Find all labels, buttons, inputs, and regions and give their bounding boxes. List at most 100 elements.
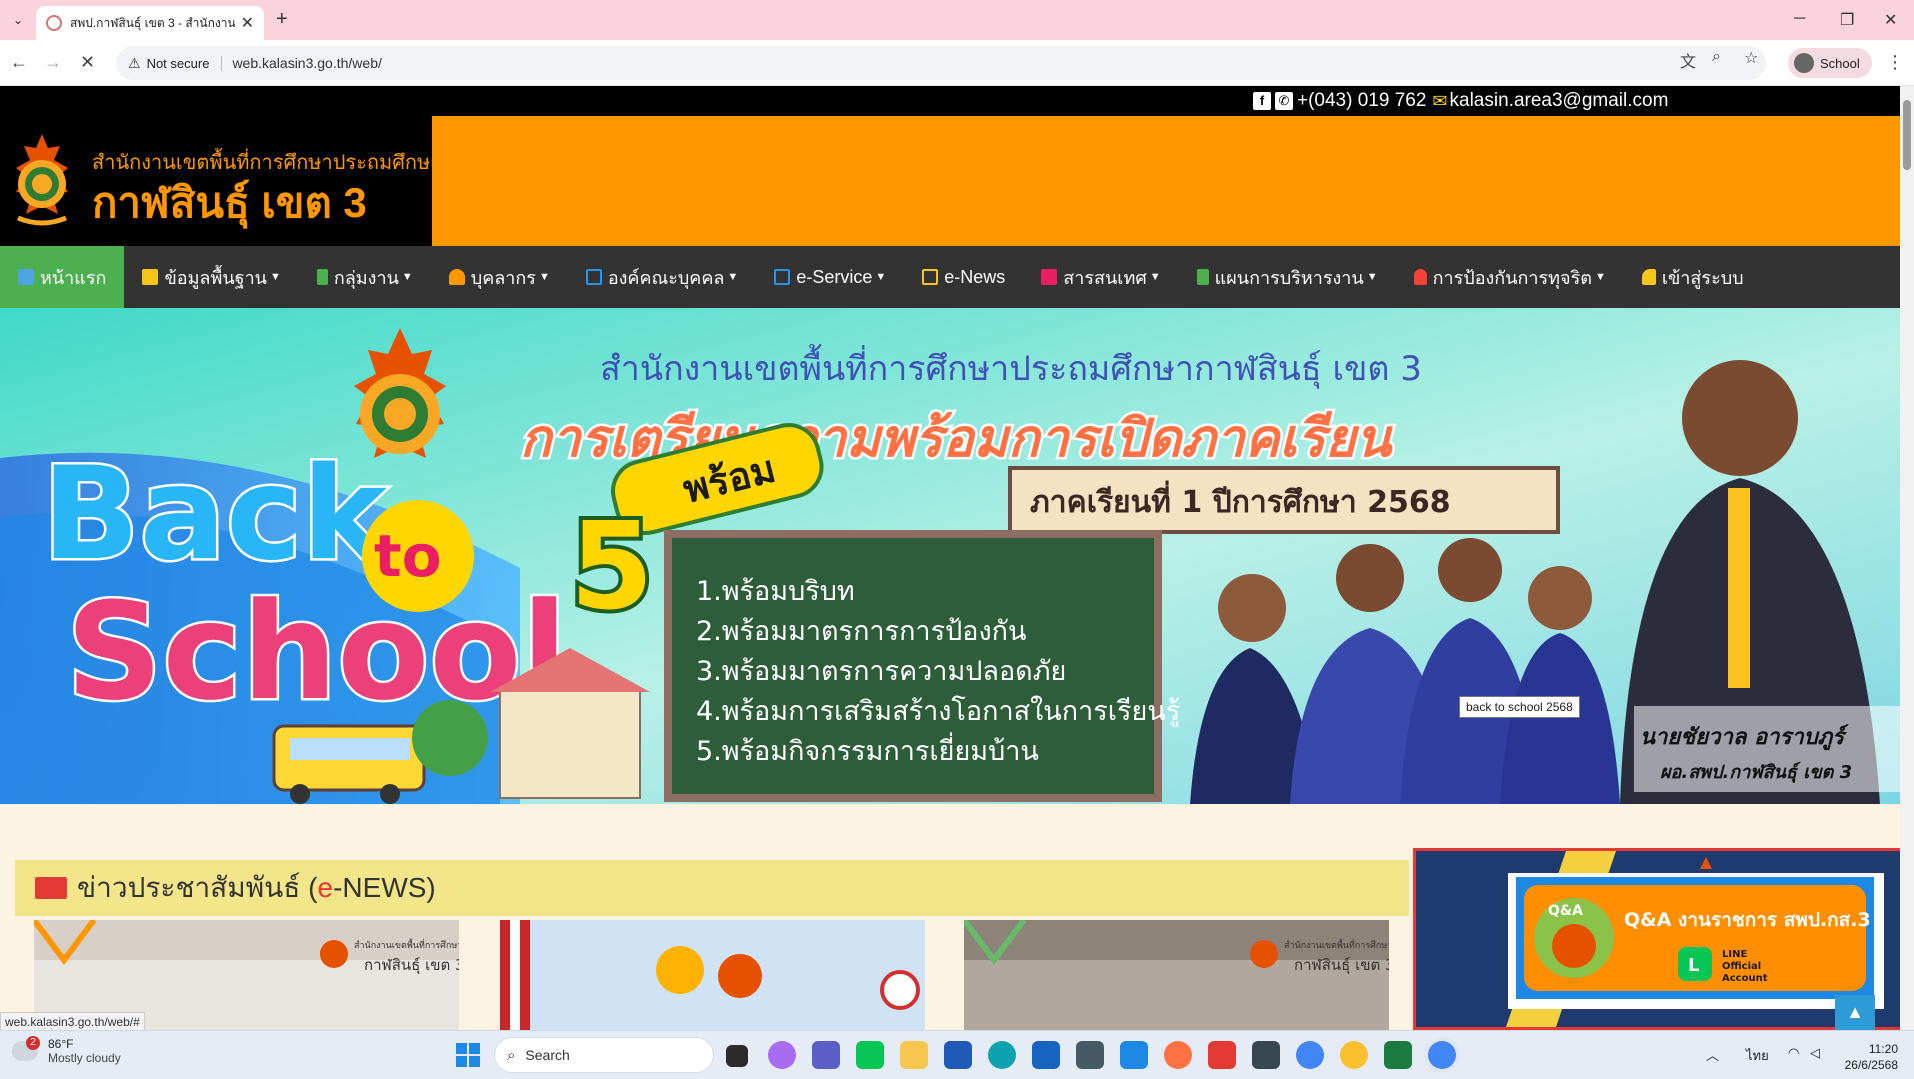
bookmark-star-icon[interactable]: ☆ <box>1744 48 1758 68</box>
nav-label: องค์คณะบุคคล <box>607 267 725 288</box>
minimize-icon[interactable]: ─ <box>1794 10 1805 28</box>
profile-button[interactable]: School <box>1788 48 1872 78</box>
line-logo-icon: L <box>1688 955 1699 976</box>
not-secure-label[interactable]: Not secure <box>147 55 223 71</box>
nav-label: บุคลากร <box>470 267 536 288</box>
nav-anti-corruption[interactable]: การป้องกันการทุจริต ▼ <box>1396 246 1624 308</box>
chrome-active-icon[interactable] <box>1428 1041 1456 1069</box>
forward-icon[interactable]: → <box>44 52 62 73</box>
hero-list-item-3: 3.พร้อมมาตรการความปลอดภัย <box>696 656 1066 687</box>
line-app-icon[interactable] <box>856 1041 884 1069</box>
hero-banner-art: Back to School สำนักงานเขตพื้นที่การศึกษ… <box>0 308 1900 804</box>
word-icon[interactable] <box>944 1041 972 1069</box>
excel-icon[interactable] <box>1384 1041 1412 1069</box>
address-bar[interactable]: ⚠ Not secure web.kalasin3.go.th/web/ <box>116 46 1766 80</box>
site-favicon-icon <box>46 15 62 31</box>
qa-line-banner[interactable]: Q&A Q&A งานราชการ สพป.กส.3 L LINE Offici… <box>1413 848 1900 1030</box>
browser-tab-strip: ⌄ สพป.กาฬสินธุ์ เขต 3 - สำนักงานเขต ✕ + … <box>0 0 1914 40</box>
hero-list-item-1: 1.พร้อมบริบท <box>696 576 855 607</box>
tablet-icon <box>585 269 602 285</box>
wifi-icon[interactable]: ◠ <box>1788 1045 1799 1061</box>
windows-start-icon[interactable] <box>456 1043 480 1067</box>
hero-list-item-5: 5.พร้อมกิจกรรมการเยี่ยมบ้าน <box>696 732 1039 767</box>
translate-icon[interactable]: 文 <box>1680 48 1696 72</box>
back-to-top-button[interactable]: ▲ <box>1835 995 1875 1030</box>
nav-label: การป้องกันการทุจริต <box>1432 267 1592 288</box>
close-window-icon[interactable]: ✕ <box>1884 10 1897 30</box>
tray-overflow-icon[interactable]: ︿ <box>1706 1045 1719 1064</box>
facebook-icon[interactable]: f <box>1253 92 1271 110</box>
nav-e-news[interactable]: e-News <box>904 246 1023 308</box>
avatar <box>1794 53 1814 73</box>
store-icon[interactable] <box>1032 1041 1060 1069</box>
back-icon[interactable]: ← <box>10 52 28 73</box>
caret-down-icon: ▼ <box>401 271 413 283</box>
page-viewport: f ✆ +(043) 019 762 ✉ kalasin.area3@gmail… <box>0 86 1900 1030</box>
page-scrollbar[interactable] <box>1900 86 1914 1030</box>
news-card-2[interactable] <box>500 920 925 1030</box>
news-title-e: e <box>317 872 334 903</box>
qa-line-text-3: Account <box>1722 973 1768 984</box>
caret-down-icon: ▼ <box>538 271 550 283</box>
nav-committees[interactable]: องค์คณะบุคคล ▼ <box>568 246 756 308</box>
calculator-icon[interactable] <box>1076 1041 1104 1069</box>
briefcase-icon <box>142 269 159 285</box>
zoom-icon[interactable]: ⌕ <box>1712 48 1721 66</box>
app-icon[interactable] <box>1252 1041 1280 1069</box>
nav-home[interactable]: หน้าแรก <box>0 246 125 308</box>
qa-title: Q&A งานราชการ สพป.กส.3 <box>1624 909 1871 931</box>
notepad-icon[interactable] <box>1120 1041 1148 1069</box>
stop-loading-icon[interactable]: ✕ <box>80 52 95 73</box>
obec-emblem-logo[interactable] <box>8 132 76 228</box>
url-text[interactable]: web.kalasin3.go.th/web/ <box>232 55 381 71</box>
news-card-3[interactable]: สำนักงานเขตพื้นที่การศึกษาประถมศึกษา กาฬ… <box>964 920 1389 1030</box>
weather-desc: Mostly cloudy <box>48 1051 121 1065</box>
nav-management-plan[interactable]: แผนการบริหารงาน ▼ <box>1179 246 1396 308</box>
tab-close-icon[interactable]: ✕ <box>241 13 254 33</box>
nav-basic-info[interactable]: ข้อมูลพื้นฐาน ▼ <box>124 246 298 308</box>
browser-tab[interactable]: สพป.กาฬสินธุ์ เขต 3 - สำนักงานเขต ✕ <box>36 6 264 40</box>
copilot-icon[interactable] <box>768 1041 796 1069</box>
volume-icon[interactable]: ◁ <box>1810 1045 1820 1061</box>
nav-login[interactable]: เข้าสู่ระบบ <box>1624 246 1762 308</box>
weather-widget[interactable]: 2 86°F Mostly cloudy <box>12 1036 121 1065</box>
teams-icon[interactable] <box>812 1041 840 1069</box>
taskbar-clock[interactable]: 11:20 26/6/2568 <box>1838 1041 1898 1073</box>
hero-ready-number: 5 <box>570 498 654 637</box>
restore-icon[interactable]: ❐ <box>1840 10 1854 30</box>
profile-name: School <box>1820 55 1860 71</box>
clock-time: 11:20 <box>1868 1042 1898 1056</box>
snipping-tool-icon[interactable] <box>1208 1041 1236 1069</box>
hero-banner-slide[interactable]: Back to School สำนักงานเขตพื้นที่การศึกษ… <box>0 308 1900 804</box>
news-section-header: ข่าวประชาสัมพันธ์ (e-NEWS) <box>15 860 1409 916</box>
task-view-icon[interactable] <box>726 1045 748 1067</box>
hero-term: ภาคเรียนที่ 1 ปีการศึกษา 2568 <box>1030 480 1451 520</box>
edge-icon[interactable] <box>988 1041 1016 1069</box>
input-language[interactable]: ไทย <box>1746 1045 1769 1066</box>
firefox-icon[interactable] <box>1164 1041 1192 1069</box>
news-card-image <box>500 920 925 1030</box>
image-tooltip: back to school 2568 <box>1459 696 1580 718</box>
taskbar-search[interactable]: ⌕ Search <box>494 1037 714 1073</box>
scrollbar-thumb[interactable] <box>1903 100 1911 170</box>
nav-label: e-Service <box>796 266 873 287</box>
search-label: Search <box>525 1047 570 1063</box>
warning-icon[interactable]: ⚠ <box>128 55 141 72</box>
search-icon: ⌕ <box>507 1046 516 1064</box>
chrome-icon[interactable] <box>1296 1041 1324 1069</box>
tab-search-icon[interactable]: ⌄ <box>6 8 30 32</box>
nav-label: ข้อมูลพื้นฐาน <box>164 267 267 288</box>
nav-work-groups[interactable]: กลุ่มงาน ▼ <box>299 246 431 308</box>
new-tab-icon[interactable]: + <box>276 8 288 31</box>
contact-email[interactable]: kalasin.area3@gmail.com <box>1450 90 1669 112</box>
file-explorer-icon[interactable] <box>900 1041 928 1069</box>
eye-app-icon[interactable] <box>1340 1041 1368 1069</box>
nav-personnel[interactable]: บุคลากร ▼ <box>431 246 568 308</box>
qa-line-text-2: Official <box>1722 961 1761 972</box>
nav-e-service[interactable]: e-Service ▼ <box>756 246 904 308</box>
nav-information[interactable]: สารสนเทศ ▼ <box>1023 246 1178 308</box>
browser-menu-icon[interactable]: ⋮ <box>1886 52 1904 73</box>
tablet-icon <box>774 269 791 285</box>
news-title-suffix: -NEWS) <box>333 872 436 903</box>
hero-school-text: School <box>66 574 567 730</box>
